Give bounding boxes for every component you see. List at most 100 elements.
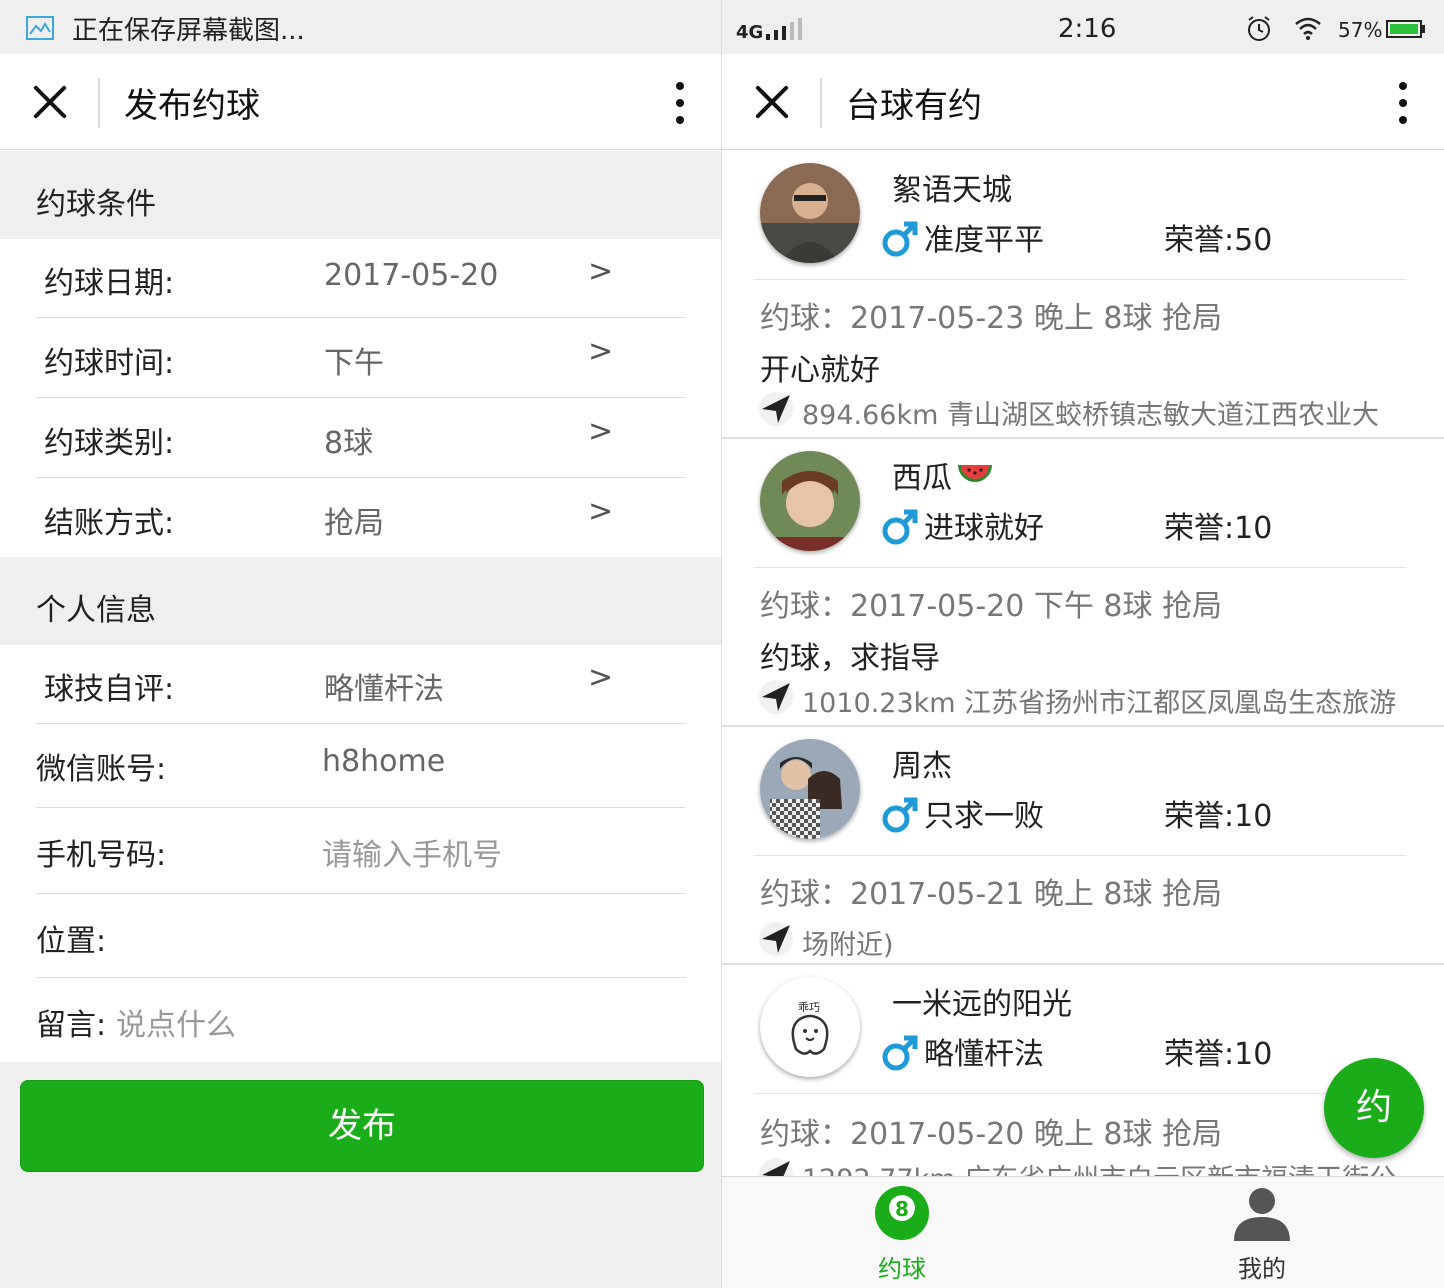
wifi-icon [1295,17,1321,40]
row-label: 约球类别: [44,426,175,461]
publish-button[interactable]: 发布 [20,1080,704,1172]
appointment-info: 约球：2017-05-21 晚上 8球 抢局 [760,877,1223,912]
status-text: 正在保存屏幕截图... [72,16,305,46]
create-appointment-button[interactable]: 约 [1324,1058,1424,1158]
status-bar: 正在保存屏幕截图... [0,0,721,54]
user-name: 周杰 [892,749,952,784]
submit-area: 发布 [0,1062,721,1288]
section-personal: 个人信息 [0,557,721,645]
signal-icon [766,18,802,40]
tab-label: 我的 [1238,1255,1286,1283]
row-wechat: 微信账号: h8home [36,724,686,808]
tab-label: 约球 [878,1255,926,1283]
header: 发布约球 [0,54,721,150]
close-icon[interactable] [754,84,790,120]
divider [754,567,1406,568]
row-payment[interactable]: 结账方式: 抢局 > [36,478,686,558]
more-options-icon[interactable] [675,82,685,124]
ball-number: 8 [895,1197,909,1221]
divider [754,1093,1406,1094]
divider [754,855,1406,856]
user-icon [1234,1188,1290,1241]
skill-level: 略懂杆法 [924,1037,1044,1072]
user-name: 絮语天城 [892,173,1012,208]
row-label: 约球日期: [44,266,175,301]
row-value: 抢局 [324,506,384,541]
row-label: 手机号码: [36,838,167,873]
chevron-right-icon: > [588,494,614,529]
male-icon [882,509,918,545]
location-arrow-icon [759,1158,793,1176]
message-input[interactable]: 说点什么 [116,1000,236,1044]
header: 台球有约 [722,54,1444,150]
male-icon [882,797,918,833]
row-label: 位置: [36,924,107,959]
list-screen: 4G 2:16 57% 台球有约 絮语天城 准度平平 荣誉:50 约球：2017… [722,0,1444,1288]
tab-profile[interactable]: 我的 [1162,1185,1362,1284]
avatar [760,163,860,263]
location-text: 场附近) [802,930,894,961]
skill-level: 进球就好 [924,511,1044,546]
chevron-right-icon: > [588,660,614,695]
user-name: 一米远的阳光 [892,987,1072,1022]
honor-score: 荣誉:10 [1164,511,1273,546]
phone-input[interactable]: 请输入手机号 [322,830,502,874]
list-item[interactable]: 絮语天城 准度平平 荣誉:50 约球：2017-05-23 晚上 8球 抢局 开… [722,151,1444,439]
battery-percent: 57% [1338,18,1383,42]
battery-icon [1386,20,1425,38]
row-value: 下午 [324,346,384,381]
page-title: 台球有约 [846,86,982,126]
header-divider [820,78,822,128]
divider [754,279,1406,280]
row-label: 球技自评: [44,672,175,707]
wechat-input[interactable]: h8home [322,744,445,779]
skill-level: 准度平平 [924,223,1044,258]
row-skill[interactable]: 球技自评: 略懂杆法 > [36,644,686,724]
row-message: 留言: 说点什么 [36,978,686,1062]
row-phone: 手机号码: 请输入手机号 [36,808,686,894]
section-conditions: 约球条件 [0,151,721,239]
avatar: 乖巧 [760,977,860,1077]
row-label: 微信账号: [36,752,167,787]
appointment-info: 约球：2017-05-20 下午 8球 抢局 [760,589,1223,624]
row-category[interactable]: 约球类别: 8球 > [36,398,686,478]
avatar [760,739,860,839]
chevron-right-icon: > [588,414,614,449]
clock: 2:16 [1058,14,1117,44]
row-label: 约球时间: [44,346,175,381]
location-arrow-icon [759,392,793,426]
row-date[interactable]: 约球日期: 2017-05-20 > [36,238,686,318]
row-label: 留言: [36,1008,107,1043]
screenshot-icon [26,16,54,40]
page-title: 发布约球 [124,86,260,126]
row-value: 2017-05-20 [324,258,499,293]
tab-bar: 8 约球 我的 [722,1176,1444,1288]
watermelon-icon [958,465,992,482]
message-text: 约球，求指导 [760,641,940,676]
appointment-info: 约球：2017-05-23 晚上 8球 抢局 [760,301,1223,336]
network-label: 4G [736,22,764,43]
row-label: 结账方式: [44,506,175,541]
alarm-icon [1248,16,1270,41]
more-options-icon[interactable] [1398,82,1408,124]
list-item[interactable]: 乖巧 一米远的阳光 略懂杆法 荣誉:10 约球：2017-05-20 晚上 8球… [722,965,1444,1176]
row-time[interactable]: 约球时间: 下午 > [36,318,686,398]
close-icon[interactable] [32,84,68,120]
location-arrow-icon [759,680,793,714]
location-arrow-icon [759,922,793,956]
user-name: 西瓜 [892,461,952,496]
publish-screen: 正在保存屏幕截图... 发布约球 约球条件 约球日期: 2017-05-20 >… [0,0,722,1288]
tab-appointments[interactable]: 8 约球 [802,1185,1002,1284]
list-item[interactable]: 西瓜 进球就好 荣誉:10 约球：2017-05-20 下午 8球 抢局 约球，… [722,439,1444,727]
list-item[interactable]: 周杰 只求一败 荣誉:10 约球：2017-05-21 晚上 8球 抢局 场附近… [722,727,1444,965]
skill-level: 只求一败 [924,799,1044,834]
avatar [760,451,860,551]
header-divider [98,78,100,128]
male-icon [882,221,918,257]
eight-ball-icon: 8 [875,1186,929,1240]
male-icon [882,1035,918,1071]
chevron-right-icon: > [588,254,614,289]
row-value: 8球 [324,426,374,461]
row-location[interactable]: 位置: [36,894,686,978]
appointment-info: 约球：2017-05-20 晚上 8球 抢局 [760,1117,1223,1152]
